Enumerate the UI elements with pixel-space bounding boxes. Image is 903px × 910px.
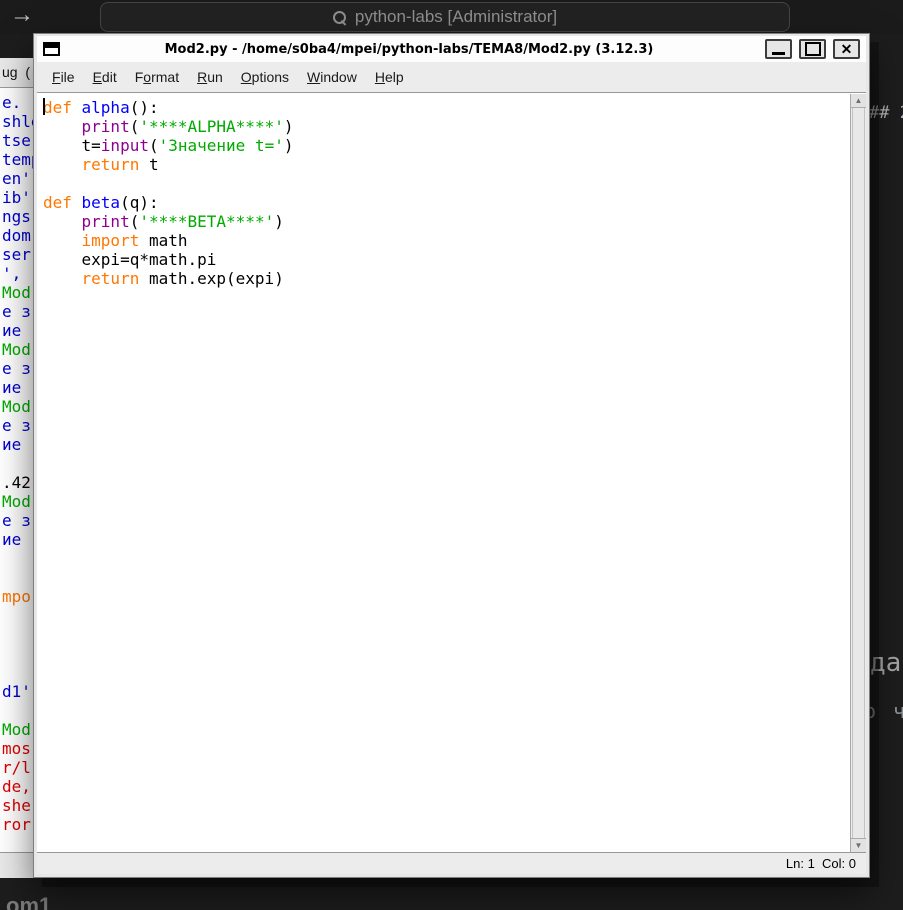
back-arrow-icon[interactable]: →: [10, 1, 34, 29]
bg-window-text-fragment: е з: [2, 359, 33, 378]
bg-terminal-fragment: ## 2: [869, 103, 903, 123]
bg-window-text-fragment: ие |: [2, 321, 33, 340]
bg-window-text-fragment: she: [2, 796, 33, 815]
bg-window-text-fragment: [2, 454, 33, 473]
bg-window-text-fragment: de,: [2, 777, 33, 796]
code-line: print('****ALPHA****'): [43, 117, 850, 136]
taskbar: → python-labs [Administrator]: [0, 0, 903, 34]
menu-options[interactable]: Options: [232, 69, 298, 85]
status-bar: Ln: 1 Col: 0: [37, 852, 866, 874]
bg-window-text-fragment: е з: [2, 302, 33, 321]
background-shell-window[interactable]: ug ( e. (shletsetempen'ib'ngsdomser:',Mo…: [0, 58, 33, 878]
bg-window-text-fragment: dom: [2, 226, 33, 245]
code-line: import math: [43, 231, 850, 250]
code-editor[interactable]: def alpha(): print('****ALPHA****') t=in…: [37, 94, 850, 852]
bg-window-text-fragment: [2, 663, 33, 682]
menu-file[interactable]: File: [43, 69, 84, 85]
bg-window-text-fragment: shle: [2, 112, 33, 131]
code-line: [43, 174, 850, 193]
bg-window-text-fragment: ror: [2, 815, 33, 834]
code-line: print('****BETA****'): [43, 212, 850, 231]
bg-window-text: e. (shletsetempen'ib'ngsdomser:',Mod:е з…: [0, 88, 33, 852]
bg-window-text-fragment: ие |: [2, 530, 33, 549]
magnifier-icon: [333, 11, 346, 24]
scrollbar-thumb[interactable]: [852, 108, 865, 838]
bg-window-text-fragment: [2, 549, 33, 568]
code-line: t=input('Значение t='): [43, 136, 850, 155]
window-title: Mod2.py - /home/s0ba4/mpei/python-labs/T…: [60, 42, 758, 57]
bg-window-text-fragment: tse: [2, 131, 33, 150]
search-text: python-labs [Administrator]: [355, 7, 557, 27]
editor-content: def alpha(): print('****ALPHA****') t=in…: [37, 94, 866, 852]
bg-window-text-fragment: [2, 606, 33, 625]
bg-window-text-fragment: е з: [2, 511, 33, 530]
code-line: return math.exp(expi): [43, 269, 850, 288]
bg-terminal-fragment: да: [870, 648, 901, 678]
code-line: def alpha():: [43, 98, 850, 117]
bg-window-text-fragment: ие |: [2, 435, 33, 454]
bg-window-text-fragment: .42:: [2, 473, 33, 492]
close-button[interactable]: ✕: [833, 39, 860, 59]
title-bar[interactable]: Mod2.py - /home/s0ba4/mpei/python-labs/T…: [37, 36, 866, 62]
menu-edit[interactable]: Edit: [84, 69, 126, 85]
bg-window-text-fragment: ',: [2, 264, 33, 283]
bg-window-text-fragment: е з: [2, 416, 33, 435]
bg-window-text-fragment: mpo: [2, 587, 33, 606]
bg-window-text-fragment: [2, 644, 33, 663]
scroll-up-arrow-icon[interactable]: ▲: [851, 94, 866, 108]
code-line: return t: [43, 155, 850, 174]
bg-window-text-fragment: Mod:: [2, 720, 33, 739]
bg-window-text-fragment: ib': [2, 188, 33, 207]
bg-window-text-fragment: ser:: [2, 245, 33, 264]
menu-format[interactable]: Format: [126, 69, 188, 85]
bg-window-text-fragment: temp: [2, 150, 33, 169]
bg-window-menu-fragment: ug (: [0, 58, 33, 88]
window-menu-icon[interactable]: [43, 42, 60, 56]
bg-terminal-fragment: om1: [6, 893, 51, 910]
menu-bar: FileEditFormatRunOptionsWindowHelp: [37, 62, 866, 93]
bg-window-status-bar: [0, 852, 33, 878]
text-caret: [43, 98, 45, 115]
scroll-down-arrow-icon[interactable]: ▼: [851, 838, 866, 852]
menu-run[interactable]: Run: [188, 69, 232, 85]
minimize-button[interactable]: [765, 39, 792, 59]
code-line: def beta(q):: [43, 193, 850, 212]
code-line: expi=q*math.pi: [43, 250, 850, 269]
bg-window-text-fragment: mos: [2, 739, 33, 758]
bg-window-text-fragment: Mod:: [2, 492, 33, 511]
search-input[interactable]: python-labs [Administrator]: [100, 2, 790, 32]
bg-window-text-fragment: Mod:: [2, 397, 33, 416]
bg-window-text-fragment: Mod:: [2, 283, 33, 302]
vertical-scrollbar[interactable]: ▲ ▼: [850, 94, 866, 852]
idle-editor-window: Mod2.py - /home/s0ba4/mpei/python-labs/T…: [33, 33, 870, 878]
bg-window-text-fragment: d1': [2, 682, 33, 701]
bg-window-text-fragment: r/l:: [2, 758, 33, 777]
bg-window-text-fragment: ие |: [2, 378, 33, 397]
bg-window-text-fragment: e. (: [2, 93, 33, 112]
bg-window-text-fragment: [2, 701, 33, 720]
bg-window-text-fragment: [2, 625, 33, 644]
bg-window-text-fragment: en': [2, 169, 33, 188]
bg-window-text-fragment: ngs: [2, 207, 33, 226]
line-col-indicator: Ln: 1 Col: 0: [786, 856, 856, 871]
maximize-button[interactable]: [799, 39, 826, 59]
bg-window-text-fragment: [2, 568, 33, 587]
menu-help[interactable]: Help: [366, 69, 413, 85]
menu-window[interactable]: Window: [298, 69, 366, 85]
bg-window-text-fragment: Mod:: [2, 340, 33, 359]
